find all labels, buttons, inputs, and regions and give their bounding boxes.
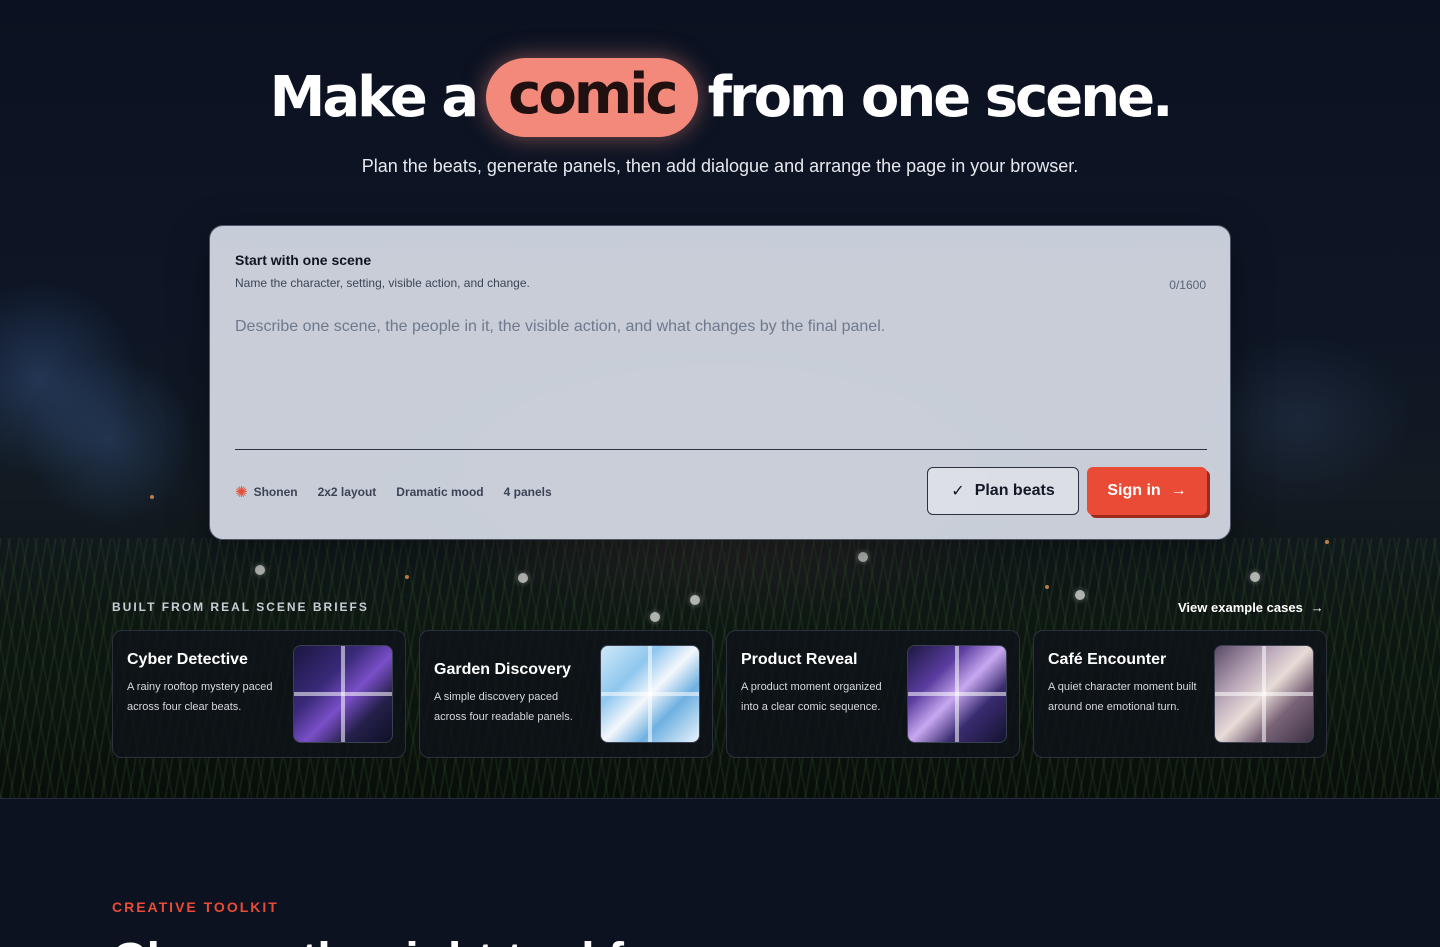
- scene-card-title: Start with one scene: [235, 252, 372, 268]
- check-icon: ✓: [951, 483, 965, 500]
- mood-chip-label: Dramatic mood: [396, 485, 484, 499]
- headline-highlight-pill: comic: [486, 58, 698, 137]
- creative-toolkit-section: CREATIVE TOOLKIT Choose the right tool f…: [0, 798, 1440, 947]
- case-thumbnail: [293, 645, 393, 743]
- case-card-cafe-encounter[interactable]: Café Encounter A quiet character moment …: [1033, 630, 1327, 758]
- case-title: Product Reveal: [741, 651, 858, 668]
- case-card-garden-discovery[interactable]: Garden Discovery A simple discovery pace…: [419, 630, 713, 758]
- plan-beats-label: Plan beats: [974, 482, 1055, 499]
- flower-decoration: [255, 565, 265, 575]
- bokeh-light: [1325, 540, 1329, 544]
- panels-chip-label: 4 panels: [503, 485, 552, 499]
- case-description: A simple discovery paced across four rea…: [434, 691, 573, 723]
- panel-grid: [1215, 646, 1313, 742]
- toolkit-heading: Choose the right tool for: [112, 933, 672, 947]
- mood-chip[interactable]: Dramatic mood: [396, 485, 483, 499]
- panel-grid: [908, 646, 1006, 742]
- hero-section: Make a comic from one scene. Plan the be…: [0, 0, 1440, 798]
- flower-decoration: [650, 612, 660, 622]
- arrow-right-icon: →: [1170, 482, 1187, 499]
- bokeh-light: [1045, 585, 1049, 589]
- flower-decoration: [518, 573, 528, 583]
- hero-subtitle: Plan the beats, generate panels, then ad…: [361, 156, 1079, 176]
- arrow-right-icon: →: [1310, 600, 1324, 615]
- panel-grid: [601, 646, 699, 742]
- case-title: Garden Discovery: [434, 661, 571, 678]
- case-description: A quiet character moment built around on…: [1048, 681, 1197, 713]
- headline-after: from one scene.: [707, 65, 1174, 130]
- style-chip-label: Shonen: [253, 485, 298, 499]
- sign-in-button[interactable]: Sign in →: [1087, 467, 1207, 515]
- bokeh-light: [405, 575, 409, 579]
- case-description: A product moment organized into a clear …: [741, 681, 882, 713]
- toolkit-label: CREATIVE TOOLKIT: [112, 899, 279, 915]
- layout-chip-label: 2x2 layout: [317, 485, 377, 499]
- case-thumbnail: [600, 645, 700, 743]
- panels-chip[interactable]: 4 panels: [504, 485, 552, 499]
- panel-grid: [294, 646, 392, 742]
- flower-decoration: [1250, 572, 1260, 582]
- layout-chip[interactable]: 2x2 layout: [318, 485, 377, 499]
- scene-input-card: Start with one scene Name the character,…: [209, 225, 1231, 540]
- case-description: A rainy rooftop mystery paced across fou…: [127, 681, 273, 713]
- flower-decoration: [690, 595, 700, 605]
- flower-decoration: [858, 552, 868, 562]
- sign-in-label: Sign in: [1107, 482, 1161, 499]
- scene-textarea[interactable]: [235, 318, 1207, 450]
- case-thumbnail: [1214, 645, 1314, 743]
- style-chip[interactable]: ✺ Shonen: [235, 483, 298, 501]
- plan-beats-button[interactable]: ✓ Plan beats: [927, 467, 1079, 515]
- scene-options: ✺ Shonen 2x2 layout Dramatic mood 4 pane…: [235, 483, 552, 501]
- headline-before: Make a: [269, 65, 480, 130]
- view-cases-label: View example cases: [1178, 600, 1303, 615]
- case-card-product-reveal[interactable]: Product Reveal A product moment organize…: [726, 630, 1020, 758]
- hero-headline: Make a comic from one scene.: [0, 58, 1440, 137]
- cases-section-label: BUILT FROM REAL SCENE BRIEFS: [112, 600, 369, 614]
- case-title: Cyber Detective: [127, 651, 248, 668]
- view-example-cases-link[interactable]: View example cases →: [1178, 600, 1324, 615]
- case-title: Café Encounter: [1048, 651, 1167, 668]
- character-count: 0/1600: [1169, 278, 1206, 292]
- case-thumbnail: [907, 645, 1007, 743]
- scene-card-description: Name the character, setting, visible act…: [235, 276, 530, 290]
- case-card-cyber-detective[interactable]: Cyber Detective A rainy rooftop mystery …: [112, 630, 406, 758]
- sparkle-icon: ✺: [235, 484, 248, 501]
- flower-decoration: [1075, 590, 1085, 600]
- bokeh-light: [150, 495, 154, 499]
